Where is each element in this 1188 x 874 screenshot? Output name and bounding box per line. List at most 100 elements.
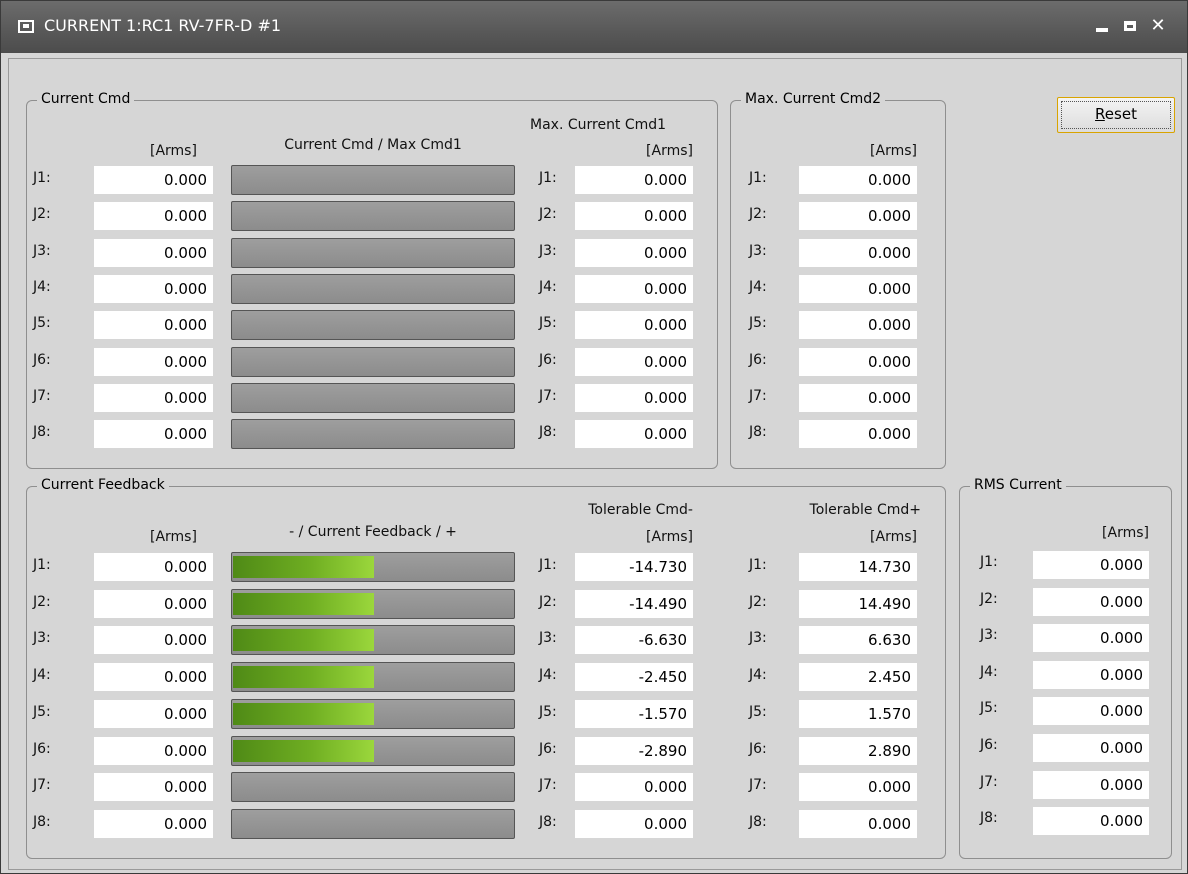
- joint-label: J2:: [33, 206, 51, 222]
- max-cmd2-value-field: 0.000: [799, 384, 917, 412]
- joint-label: J2:: [33, 594, 51, 610]
- joint-label: J5:: [539, 315, 557, 331]
- joint-label: J5:: [980, 700, 998, 716]
- current-cmd-bar: [231, 201, 515, 231]
- tol-minus-value-field: 0.000: [575, 773, 693, 801]
- max-cmd2-value-field: 0.000: [799, 239, 917, 267]
- joint-label: J4:: [749, 279, 767, 295]
- feedback-bar: [231, 736, 515, 766]
- joint-label: J1:: [33, 170, 51, 186]
- current-cmd-value-field: 0.000: [94, 166, 213, 194]
- feedback-value-field: 0.000: [94, 626, 213, 654]
- group-title-max-cmd2: Max. Current Cmd2: [741, 91, 886, 107]
- feedback-value-field: 0.000: [94, 700, 213, 728]
- tol-minus-header: Tolerable Cmd-: [588, 502, 693, 518]
- group-title-current-cmd: Current Cmd: [37, 91, 135, 107]
- joint-label: J4:: [33, 667, 51, 683]
- tol-minus-value-field: -14.490: [575, 590, 693, 618]
- joint-label: J1:: [539, 170, 557, 186]
- tol-minus-value-field: -2.450: [575, 663, 693, 691]
- rms-value-field: 0.000: [1033, 734, 1149, 762]
- feedback-value-field: 0.000: [94, 663, 213, 691]
- rms-value-field: 0.000: [1033, 551, 1149, 579]
- group-title-rms-current: RMS Current: [970, 477, 1066, 493]
- tol-minus-value-field: -14.730: [575, 553, 693, 581]
- current-cmd-bar: [231, 347, 515, 377]
- feedback-value-field: 0.000: [94, 553, 213, 581]
- joint-label: J4:: [749, 667, 767, 683]
- feedback-bar: [231, 625, 515, 655]
- feedback-value-field: 0.000: [94, 590, 213, 618]
- current-cmd-bar: [231, 274, 515, 304]
- joint-label: J7:: [33, 388, 51, 404]
- joint-label: J2:: [539, 206, 557, 222]
- tol-plus-value-field: 14.490: [799, 590, 917, 618]
- joint-label: J5:: [33, 315, 51, 331]
- feedback-bar: [231, 589, 515, 619]
- joint-label: J3:: [33, 630, 51, 646]
- rms-value-field: 0.000: [1033, 661, 1149, 689]
- current-cmd-value-field: 0.000: [94, 311, 213, 339]
- max-cmd2-value-field: 0.000: [799, 166, 917, 194]
- tol-minus-value-field: -2.890: [575, 737, 693, 765]
- max-cmd1-unit-header: [Arms]: [646, 143, 693, 159]
- joint-label: J3:: [749, 630, 767, 646]
- feedback-bar-fill: [233, 666, 374, 688]
- max-cmd1-header: Max. Current Cmd1: [530, 117, 667, 133]
- current-cmd-value-field: 0.000: [94, 275, 213, 303]
- joint-label: J8:: [33, 424, 51, 440]
- reset-button[interactable]: Reset: [1057, 97, 1175, 133]
- joint-label: J4:: [539, 667, 557, 683]
- feedback-bar-fill: [233, 703, 374, 725]
- current-cmd-bar-header: Current Cmd / Max Cmd1: [284, 137, 462, 153]
- minimize-icon[interactable]: [1091, 15, 1113, 37]
- title-bar[interactable]: CURRENT 1:RC1 RV-7FR-D #1 ✕: [1, 1, 1187, 53]
- joint-label: J6:: [749, 741, 767, 757]
- joint-label: J8:: [749, 814, 767, 830]
- joint-label: J4:: [33, 279, 51, 295]
- window-title: CURRENT 1:RC1 RV-7FR-D #1: [44, 16, 282, 35]
- tol-minus-value-field: -1.570: [575, 700, 693, 728]
- tol-plus-value-field: 6.630: [799, 626, 917, 654]
- current-monitor-window: CURRENT 1:RC1 RV-7FR-D #1 ✕ Current Cmd …: [0, 0, 1188, 874]
- feedback-bar: [231, 772, 515, 802]
- current-cmd-value-field: 0.000: [94, 202, 213, 230]
- feedback-bar: [231, 809, 515, 839]
- feedback-bar-fill: [233, 556, 374, 578]
- max-cmd1-value-field: 0.000: [575, 348, 693, 376]
- tol-plus-value-field: 14.730: [799, 553, 917, 581]
- tol-plus-value-field: 0.000: [799, 810, 917, 838]
- current-cmd-bar: [231, 419, 515, 449]
- tol-minus-value-field: -6.630: [575, 626, 693, 654]
- max-cmd2-unit-header: [Arms]: [870, 143, 917, 159]
- window-icon[interactable]: [18, 20, 34, 33]
- joint-label: J3:: [749, 243, 767, 259]
- current-cmd-value-field: 0.000: [94, 348, 213, 376]
- joint-label: J6:: [539, 741, 557, 757]
- rms-value-field: 0.000: [1033, 807, 1149, 835]
- feedback-bar: [231, 662, 515, 692]
- close-icon[interactable]: ✕: [1147, 15, 1169, 37]
- current-cmd-value-field: 0.000: [94, 420, 213, 448]
- joint-label: J7:: [539, 777, 557, 793]
- joint-label: J7:: [980, 774, 998, 790]
- joint-label: J8:: [539, 424, 557, 440]
- rms-value-field: 0.000: [1033, 697, 1149, 725]
- tol-plus-unit-header: [Arms]: [870, 529, 917, 545]
- feedback-bar: [231, 552, 515, 582]
- max-cmd1-value-field: 0.000: [575, 311, 693, 339]
- joint-label: J7:: [539, 388, 557, 404]
- maximize-icon[interactable]: [1119, 15, 1141, 37]
- tol-plus-value-field: 2.890: [799, 737, 917, 765]
- feedback-bar-fill: [233, 740, 374, 762]
- client-area: Current Cmd [Arms] Current Cmd / Max Cmd…: [8, 58, 1182, 870]
- feedback-bar-header: - / Current Feedback / +: [289, 524, 457, 540]
- joint-label: J2:: [749, 594, 767, 610]
- feedback-bar: [231, 699, 515, 729]
- joint-label: J2:: [980, 591, 998, 607]
- max-cmd2-value-field: 0.000: [799, 311, 917, 339]
- current-cmd-unit-header: [Arms]: [150, 143, 197, 159]
- rms-value-field: 0.000: [1033, 588, 1149, 616]
- max-cmd2-value-field: 0.000: [799, 202, 917, 230]
- joint-label: J3:: [539, 630, 557, 646]
